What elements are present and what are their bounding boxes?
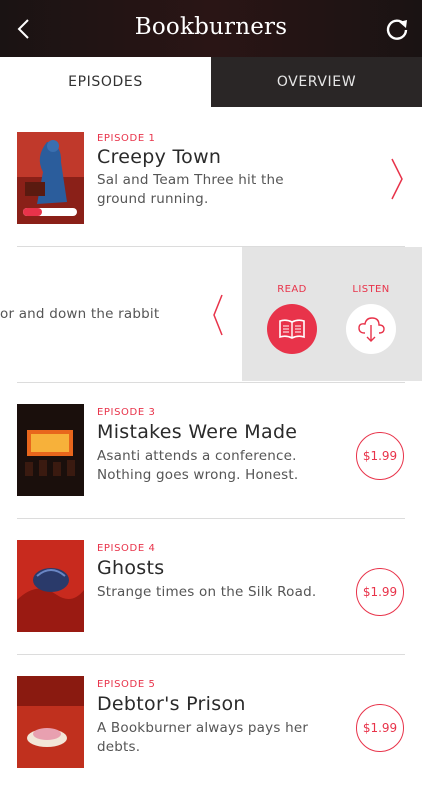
- episode-description: A Bookburner always pays her debts.: [97, 720, 309, 755]
- episode-cover: [17, 540, 84, 632]
- progress-fill: [23, 208, 42, 216]
- read-button[interactable]: [267, 304, 317, 354]
- tab-episodes[interactable]: EPISODES: [0, 57, 211, 107]
- listen-button[interactable]: [346, 304, 396, 354]
- chevron-left-icon[interactable]: [212, 293, 224, 337]
- refresh-icon: [386, 19, 408, 40]
- action-panel: READ LISTEN: [242, 247, 422, 381]
- episode-label: EPISODE 4: [97, 543, 156, 554]
- progress-bar: [23, 208, 77, 216]
- refresh-button[interactable]: [384, 16, 410, 42]
- list-item[interactable]: or and down the rabbit READ LISTEN: [0, 247, 422, 382]
- episode-description: Strange times on the Silk Road.: [97, 584, 317, 600]
- list-item[interactable]: EPISODE 5 Debtor's Prison A Bookburner a…: [0, 655, 422, 791]
- list-item[interactable]: EPISODE 3 Mistakes Were Made Asanti atte…: [0, 383, 422, 519]
- episode-label: EPISODE 3: [97, 407, 156, 418]
- episode-cover: [17, 404, 84, 496]
- episode-description: Asanti attends a conference. Nothing goe…: [97, 448, 299, 483]
- page-title: Bookburners: [134, 14, 288, 40]
- buy-button[interactable]: $1.99: [356, 704, 404, 752]
- episode-label: EPISODE 1: [97, 133, 156, 144]
- episode-title: Ghosts: [97, 557, 165, 579]
- episode-cover: [17, 676, 84, 768]
- list-item[interactable]: EPISODE 4 Ghosts Strange times on the Si…: [0, 519, 422, 655]
- episode-title: Debtor's Prison: [97, 693, 246, 715]
- tab-overview[interactable]: OVERVIEW: [211, 57, 422, 107]
- tab-bar: EPISODES OVERVIEW: [0, 57, 422, 107]
- episode-description: or and down the rabbit: [0, 306, 160, 322]
- listen-label: LISTEN: [352, 284, 390, 295]
- cloud-download-icon: [358, 317, 385, 342]
- book-icon: [279, 319, 305, 339]
- episode-title: Creepy Town: [97, 146, 222, 168]
- chevron-right-icon[interactable]: [390, 157, 404, 201]
- read-label: READ: [277, 284, 307, 295]
- episode-title: Mistakes Were Made: [97, 421, 298, 443]
- list-item[interactable]: EPISODE 1 Creepy Town Sal and Team Three…: [0, 107, 422, 243]
- episode-label: EPISODE 5: [97, 679, 156, 690]
- buy-button[interactable]: $1.99: [356, 568, 404, 616]
- buy-button[interactable]: $1.99: [356, 432, 404, 480]
- episode-description: Sal and Team Three hit the ground runnin…: [97, 172, 284, 207]
- app-header: Bookburners: [0, 0, 422, 57]
